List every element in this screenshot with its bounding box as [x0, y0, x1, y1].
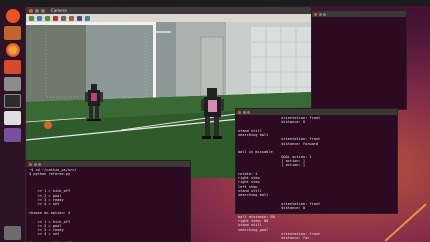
terminal-icon[interactable]: [4, 94, 21, 108]
zoom-icon[interactable]: [61, 15, 66, 21]
play-icon[interactable]: [45, 15, 50, 21]
settings-icon[interactable]: [4, 77, 21, 91]
close-icon[interactable]: [29, 8, 33, 13]
maximize-icon[interactable]: [247, 110, 250, 114]
record-icon[interactable]: [53, 15, 58, 21]
camera-window-title: Camera: [51, 8, 67, 13]
trash-icon[interactable]: [4, 226, 21, 240]
launcher: [0, 6, 26, 242]
snapshot-icon[interactable]: [77, 15, 82, 21]
open-icon[interactable]: [29, 15, 34, 21]
terminal-output: orientation: front distance: 0 stand sti…: [236, 115, 397, 242]
terminal-top-right[interactable]: [311, 10, 407, 110]
text-editor-icon[interactable]: [4, 111, 21, 125]
help-icon[interactable]: [85, 15, 90, 21]
terminal-output: ~$ cd ~/catkin_ws/src/$ python referee.p…: [27, 167, 190, 242]
terminal-line: distance: far: [238, 236, 310, 241]
soccer-ball: [44, 121, 52, 129]
settings-icon[interactable]: [69, 15, 74, 21]
firefox-icon[interactable]: [6, 43, 20, 57]
save-icon[interactable]: [37, 15, 42, 21]
camera-toolbar: [26, 14, 311, 22]
files-icon[interactable]: [4, 26, 21, 40]
terminal-right[interactable]: orientation: front distance: 0 stand sti…: [235, 108, 398, 240]
workspace-icon[interactable]: [4, 128, 21, 142]
software-icon[interactable]: [4, 60, 21, 74]
maximize-icon[interactable]: [323, 12, 326, 16]
close-icon[interactable]: [238, 110, 241, 114]
ubuntu-icon[interactable]: [6, 9, 20, 23]
minimize-icon[interactable]: [318, 12, 322, 16]
minimize-icon[interactable]: [242, 110, 246, 114]
maximize-icon[interactable]: [38, 162, 41, 166]
camera-titlebar: Camera: [26, 7, 311, 14]
maximize-icon[interactable]: [41, 8, 45, 13]
top-panel: [0, 0, 430, 6]
minimize-icon[interactable]: [33, 162, 37, 166]
close-icon[interactable]: [314, 12, 317, 16]
minimize-icon[interactable]: [35, 8, 39, 13]
close-icon[interactable]: [29, 162, 32, 166]
terminal-titlebar: [312, 11, 406, 17]
terminal-left[interactable]: ~$ cd ~/catkin_ws/src/$ python referee.p…: [26, 160, 191, 242]
